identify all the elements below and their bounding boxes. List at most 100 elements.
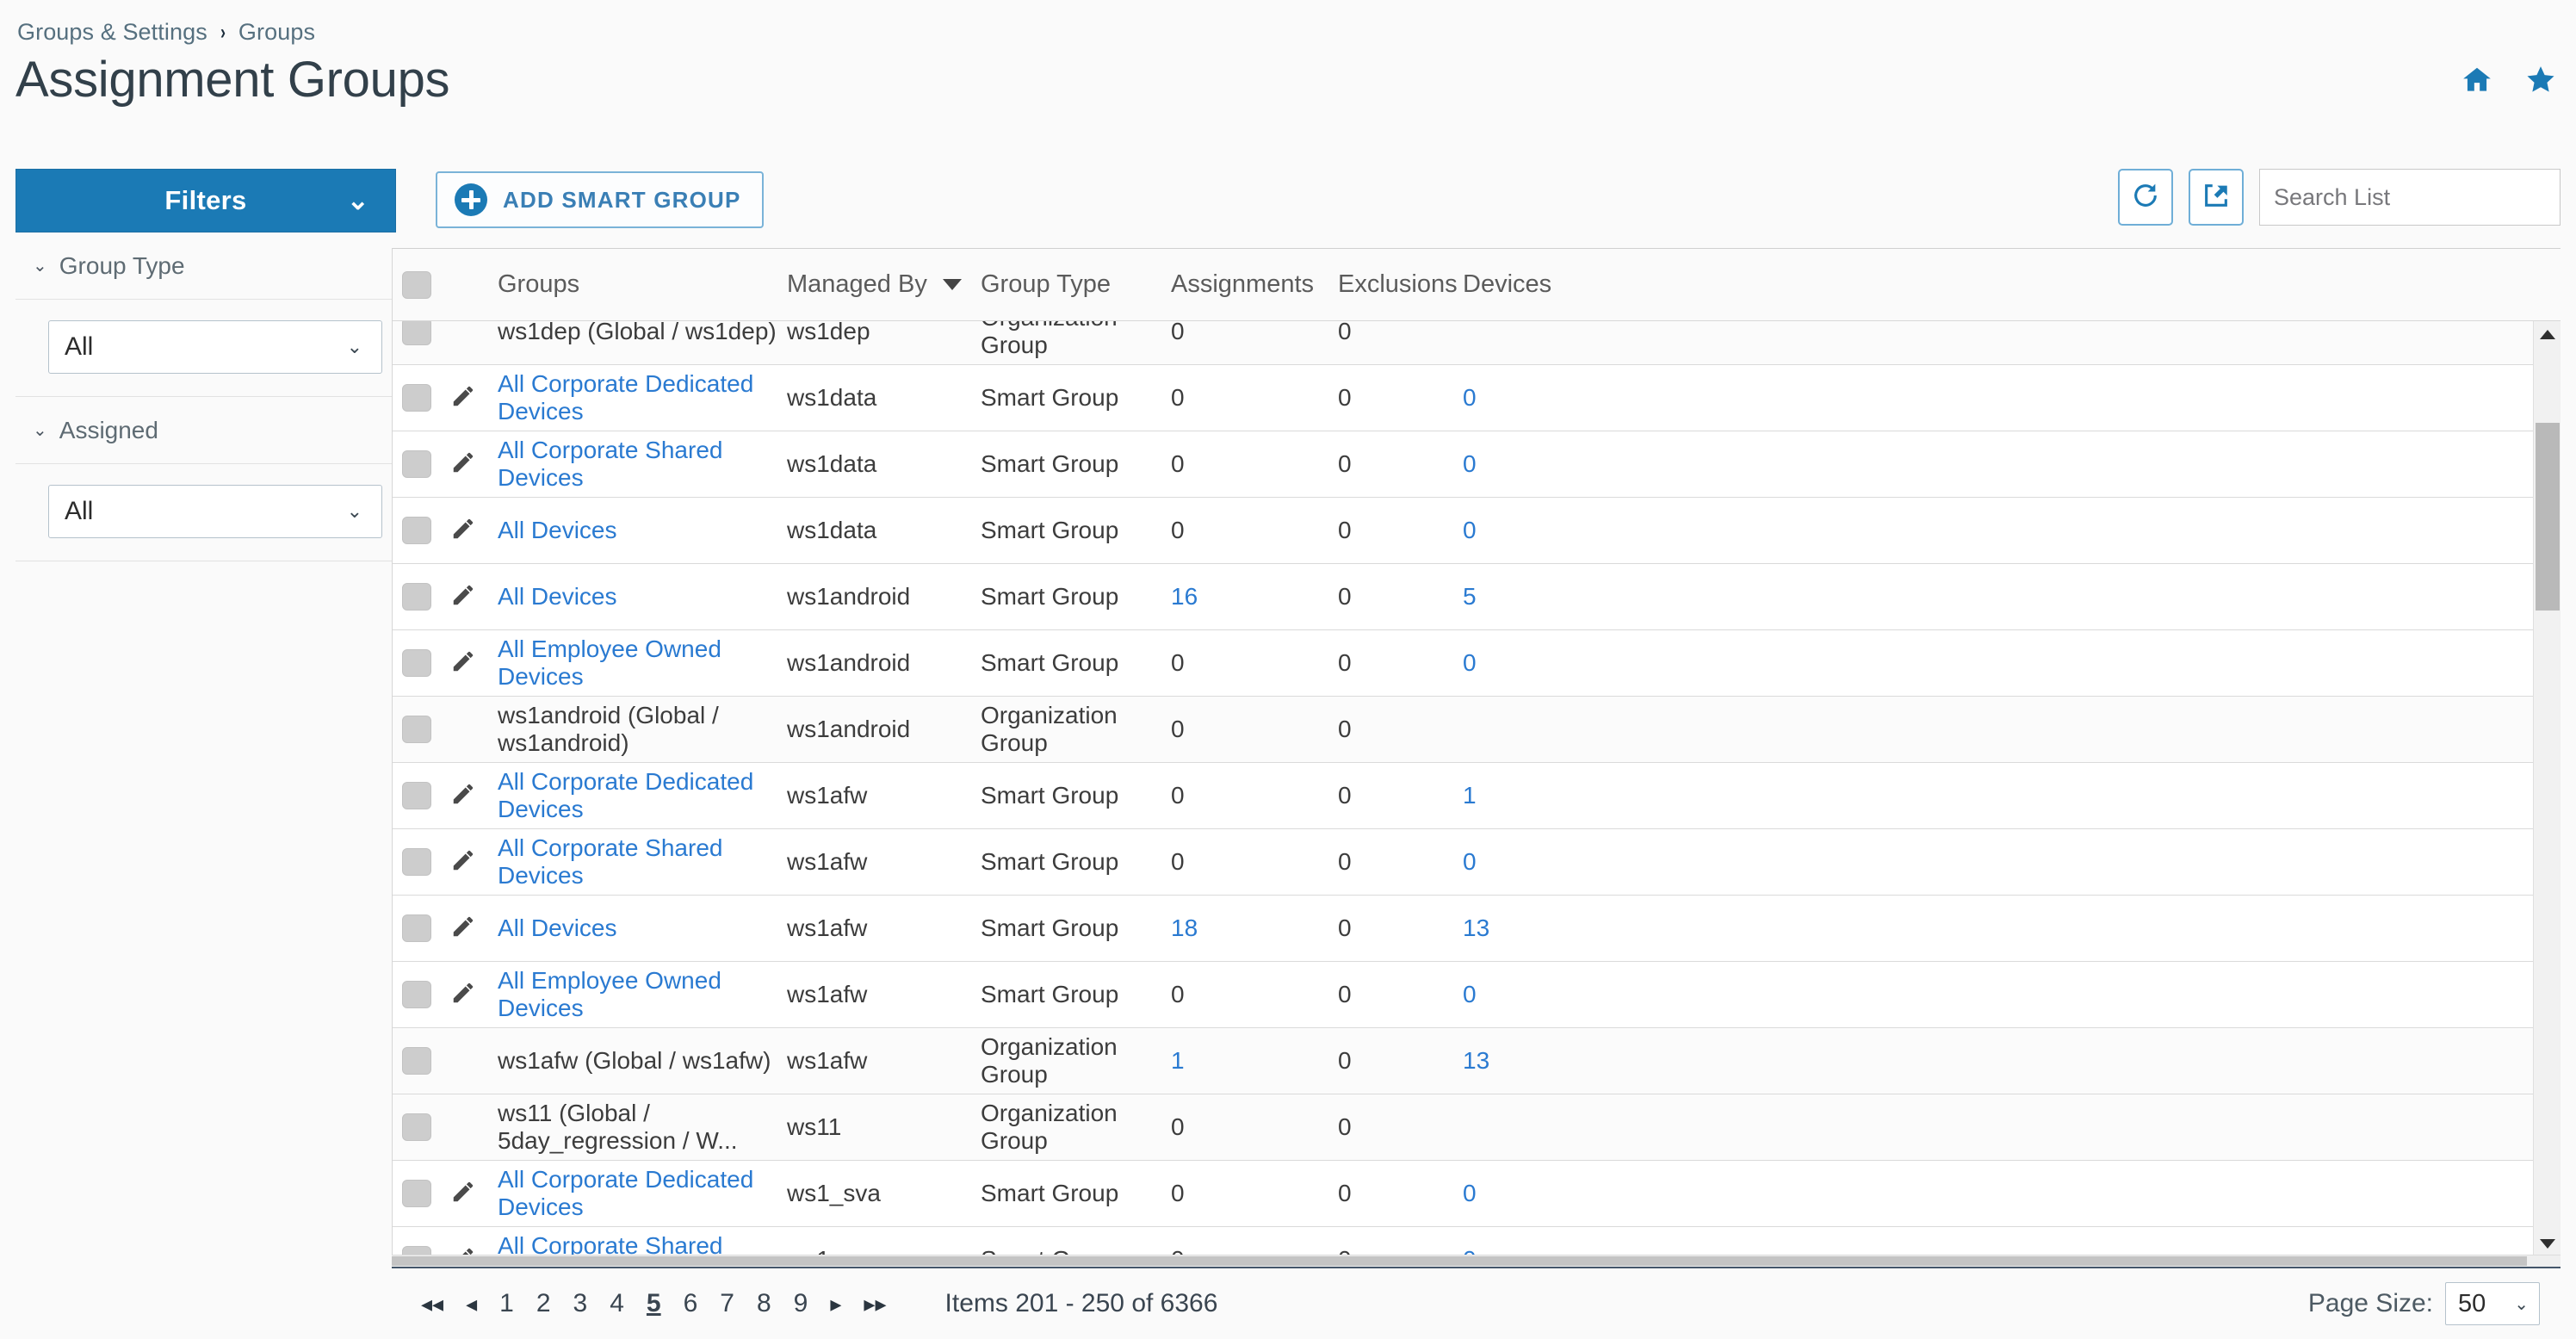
row-devices-text[interactable]: 0 — [1463, 649, 1477, 676]
row-group-name[interactable]: All Employee Owned Devices — [486, 967, 787, 1022]
table-row[interactable]: All Devices ws1android Smart Group 16 0 5 — [393, 564, 2533, 630]
page-size-select[interactable]: 50 ⌄ — [2445, 1282, 2540, 1325]
row-checkbox[interactable] — [393, 1180, 441, 1207]
row-assignments-text[interactable]: 18 — [1171, 914, 1198, 941]
page-button-6[interactable]: 6 — [684, 1289, 698, 1318]
scroll-down-arrow-icon[interactable] — [2534, 1231, 2561, 1256]
column-header-group-type[interactable]: Group Type — [981, 270, 1166, 299]
table-row[interactable]: All Corporate Shared Devicesws1_svaSmart… — [393, 1227, 2533, 1256]
row-edit-button[interactable] — [441, 847, 486, 877]
row-group-name-text[interactable]: All Devices — [498, 517, 616, 543]
page-button-5[interactable]: 5 — [647, 1289, 661, 1318]
row-checkbox[interactable] — [393, 384, 441, 412]
column-header-devices[interactable]: Devices — [1463, 270, 1566, 299]
row-group-name-text[interactable]: All Employee Owned Devices — [498, 967, 721, 1021]
table-horizontal-scrollbar[interactable] — [392, 1255, 2561, 1267]
row-edit-button[interactable] — [441, 980, 486, 1010]
page-button-8[interactable]: 8 — [757, 1289, 771, 1318]
row-group-name-text[interactable]: All Corporate Shared Devices — [498, 437, 722, 491]
filter-group-type-header[interactable]: ⌄ Group Type — [15, 232, 396, 300]
row-edit-button[interactable] — [441, 914, 486, 944]
scrollbar-thumb[interactable] — [2536, 423, 2560, 611]
row-devices[interactable]: 0 — [1463, 450, 1566, 478]
table-row[interactable]: ws1afw (Global / ws1afw) ws1afw Organizati… — [393, 1028, 2533, 1094]
row-devices[interactable]: 13 — [1463, 1047, 1566, 1075]
row-devices-text[interactable]: 13 — [1463, 1047, 1489, 1074]
row-devices-text[interactable]: 0 — [1463, 450, 1477, 477]
select-all-checkbox[interactable] — [393, 270, 441, 299]
row-devices[interactable]: 5 — [1463, 583, 1566, 611]
row-group-name[interactable]: All Corporate Shared Devices — [486, 1232, 787, 1256]
table-row[interactable]: ws11 (Global / 5day_regression / W... ws1… — [393, 1094, 2533, 1161]
prev-page-button[interactable]: ◂ — [466, 1291, 477, 1317]
column-header-exclusions[interactable]: Exclusions — [1338, 270, 1463, 299]
last-page-button[interactable]: ▸▸ — [864, 1291, 886, 1317]
row-checkbox[interactable] — [393, 782, 441, 809]
row-checkbox[interactable] — [393, 1113, 441, 1141]
row-group-name-text[interactable]: All Corporate Shared Devices — [498, 834, 722, 889]
row-checkbox[interactable] — [393, 583, 441, 611]
row-assignments[interactable]: 18 — [1166, 914, 1338, 942]
filter-assigned-header[interactable]: ⌄ Assigned — [15, 397, 396, 464]
row-group-name-text[interactable]: All Corporate Dedicated Devices — [498, 768, 753, 822]
row-group-name[interactable]: All Corporate Dedicated Devices — [486, 370, 787, 425]
filters-header[interactable]: Filters ⌄ — [15, 169, 396, 232]
row-edit-button[interactable] — [441, 449, 486, 480]
row-group-name[interactable]: All Corporate Dedicated Devices — [486, 1166, 787, 1221]
row-assignments[interactable]: 16 — [1166, 583, 1338, 611]
column-header-assignments[interactable]: Assignments — [1166, 270, 1338, 299]
page-button-3[interactable]: 3 — [573, 1289, 588, 1318]
row-edit-button[interactable] — [441, 648, 486, 679]
row-group-name-text[interactable]: All Corporate Dedicated Devices — [498, 370, 753, 425]
row-group-name-text[interactable]: All Corporate Shared Devices — [498, 1232, 722, 1256]
table-row[interactable]: All Employee Owned Devices ws1android Smar… — [393, 630, 2533, 697]
row-devices-text[interactable]: 1 — [1463, 782, 1477, 809]
row-group-name[interactable]: All Employee Owned Devices — [486, 635, 787, 691]
row-devices-text[interactable]: 13 — [1463, 914, 1489, 941]
row-group-name[interactable]: All Devices — [486, 583, 787, 611]
row-devices-text[interactable]: 0 — [1463, 1180, 1477, 1206]
row-devices[interactable]: 1 — [1463, 782, 1566, 809]
row-checkbox[interactable] — [393, 517, 441, 544]
row-checkbox[interactable] — [393, 848, 441, 876]
hscrollbar-thumb[interactable] — [392, 1256, 2527, 1266]
row-checkbox[interactable] — [393, 981, 441, 1008]
table-row[interactable]: ws1android (Global / ws1android) ws1andro… — [393, 697, 2533, 763]
home-icon[interactable] — [2461, 64, 2493, 96]
row-group-name[interactable]: All Devices — [486, 517, 787, 544]
next-page-button[interactable]: ▸ — [830, 1291, 841, 1317]
table-vertical-scrollbar[interactable] — [2533, 321, 2561, 1256]
search-input[interactable] — [2274, 183, 2546, 211]
row-group-name-text[interactable]: All Devices — [498, 914, 616, 941]
row-assignments-text[interactable]: 16 — [1171, 583, 1198, 610]
row-checkbox[interactable] — [393, 1047, 441, 1075]
row-edit-button[interactable] — [441, 1179, 486, 1209]
row-group-name[interactable]: All Devices — [486, 914, 787, 942]
table-row[interactable]: All Devices ws1afw Smart Group 18 0 13 — [393, 896, 2533, 962]
breadcrumb-parent[interactable]: Groups & Settings — [17, 19, 207, 46]
page-button-7[interactable]: 7 — [720, 1289, 734, 1318]
table-row[interactable]: All Corporate Dedicated Devices ws1afw Sma… — [393, 763, 2533, 829]
page-button-9[interactable]: 9 — [794, 1289, 808, 1318]
row-group-name[interactable]: All Corporate Shared Devices — [486, 437, 787, 492]
search-list-box[interactable] — [2259, 169, 2561, 226]
row-devices-text[interactable]: 0 — [1463, 981, 1477, 1007]
column-header-managed-by[interactable]: Managed By — [787, 270, 981, 299]
table-row[interactable]: ws1dep (Global / ws1dep) ws1dep Organizati… — [393, 321, 2533, 365]
table-row[interactable]: All Corporate Shared Devices ws1afw Smart … — [393, 829, 2533, 896]
row-edit-button[interactable] — [441, 582, 486, 612]
row-devices-text[interactable]: 0 — [1463, 517, 1477, 543]
page-button-4[interactable]: 4 — [610, 1289, 624, 1318]
table-row[interactable]: All Employee Owned Devices ws1afw Smart Gr… — [393, 962, 2533, 1028]
row-assignments[interactable]: 1 — [1166, 1047, 1338, 1075]
breadcrumb-current[interactable]: Groups — [238, 19, 315, 46]
page-button-2[interactable]: 2 — [536, 1289, 551, 1318]
table-row[interactable]: All Corporate Shared Devices ws1data Smart… — [393, 431, 2533, 498]
row-devices[interactable]: 0 — [1463, 517, 1566, 544]
row-checkbox[interactable] — [393, 716, 441, 743]
column-header-groups[interactable]: Groups — [486, 270, 787, 299]
row-devices[interactable]: 0 — [1463, 981, 1566, 1008]
row-edit-button[interactable] — [441, 516, 486, 546]
refresh-button[interactable] — [2118, 169, 2173, 226]
row-devices[interactable]: 13 — [1463, 914, 1566, 942]
